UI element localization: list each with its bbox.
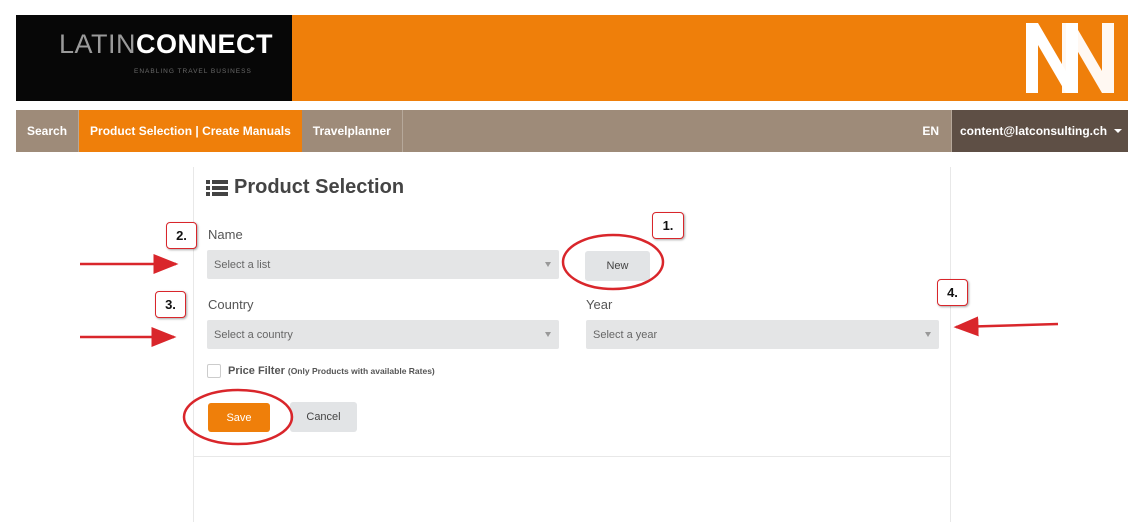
chevron-down-icon [1114,129,1123,133]
year-select-placeholder: Select a year [593,328,658,341]
chevron-down-icon [545,332,551,337]
chevron-down-icon [545,262,551,267]
main-nav: Search Product Selection | Create Manual… [16,110,1128,152]
app-header: LATINCONNECT ENABLING TRAVEL BUSINESS [16,15,1128,101]
callout-1: 1. [652,212,684,239]
year-select[interactable]: Select a year [586,320,939,349]
page-title: Product Selection [206,176,404,199]
new-list-button[interactable]: New [585,251,650,281]
logo-tagline: ENABLING TRAVEL BUSINESS [134,68,252,75]
price-filter-note: (Only Products with available Rates) [287,366,435,376]
price-filter-text: Price Filter [228,365,285,377]
save-button[interactable]: Save [208,403,270,432]
list-icon [206,179,228,196]
logo-wordmark: LATINCONNECT [59,29,274,59]
nav-item-search[interactable]: Search [16,110,80,152]
cancel-button[interactable]: Cancel [290,402,357,432]
year-label: Year [586,297,613,312]
callout-4: 4. [937,279,968,306]
chevron-down-icon [925,332,931,337]
name-select[interactable]: Select a list [207,250,559,279]
nav-item-travelplanner[interactable]: Travelplanner [302,110,403,152]
language-switch[interactable]: EN [910,110,952,152]
country-label: Country [208,297,254,312]
user-menu[interactable]: content@latconsulting.ch [952,110,1128,152]
name-label: Name [208,227,243,242]
country-select-placeholder: Select a country [214,328,293,341]
nn-logo-icon [1026,23,1114,93]
price-filter-label: Price Filter (Only Products with availabl… [228,365,435,377]
price-filter-checkbox[interactable] [207,364,221,378]
callout-3: 3. [155,291,186,318]
page-title-text: Product Selection [234,176,405,198]
latinconnect-logo[interactable]: LATINCONNECT ENABLING TRAVEL BUSINESS [16,15,292,101]
country-select[interactable]: Select a country [207,320,559,349]
panel-divider [193,456,951,457]
nav-item-product-selection[interactable]: Product Selection | Create Manuals [79,110,302,152]
callout-2: 2. [166,222,197,249]
name-select-placeholder: Select a list [214,258,271,271]
annotation-arrow-year [953,316,1059,337]
user-email: content@latconsulting.ch [959,124,1108,138]
